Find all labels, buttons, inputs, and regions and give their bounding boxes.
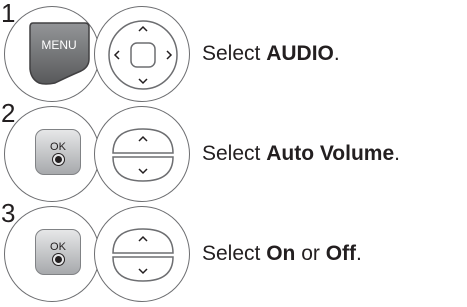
instruction-text: Select On or Off. <box>202 242 362 265</box>
menu-button-circle: MENU <box>4 6 100 102</box>
instruction-text: Select Auto Volume. <box>202 142 400 165</box>
up-down-buttons-icon <box>112 228 174 282</box>
up-down-buttons-icon <box>112 128 174 182</box>
step-number: 1 <box>1 0 16 28</box>
menu-key-label: MENU <box>41 38 76 52</box>
step-number: 3 <box>1 198 16 228</box>
ok-button-circle: OK <box>4 106 100 202</box>
instruction-text: Select AUDIO. <box>202 42 340 65</box>
ok-button-circle: OK <box>4 206 100 302</box>
nav-pad-circle <box>94 6 190 102</box>
step-2: 2 OK Select Auto Volume. <box>0 100 467 206</box>
up-down-circle <box>94 206 190 302</box>
step-3: 3 OK Select On or Off. <box>0 200 467 306</box>
ok-button-icon: OK <box>35 229 81 275</box>
navigation-pad-icon <box>108 20 178 90</box>
up-down-circle <box>94 106 190 202</box>
step-1: 1 MENU Select AUDIO. <box>0 0 467 106</box>
menu-button-icon: MENU <box>29 22 90 85</box>
ok-button-icon: OK <box>35 129 81 175</box>
step-number: 2 <box>1 98 16 128</box>
